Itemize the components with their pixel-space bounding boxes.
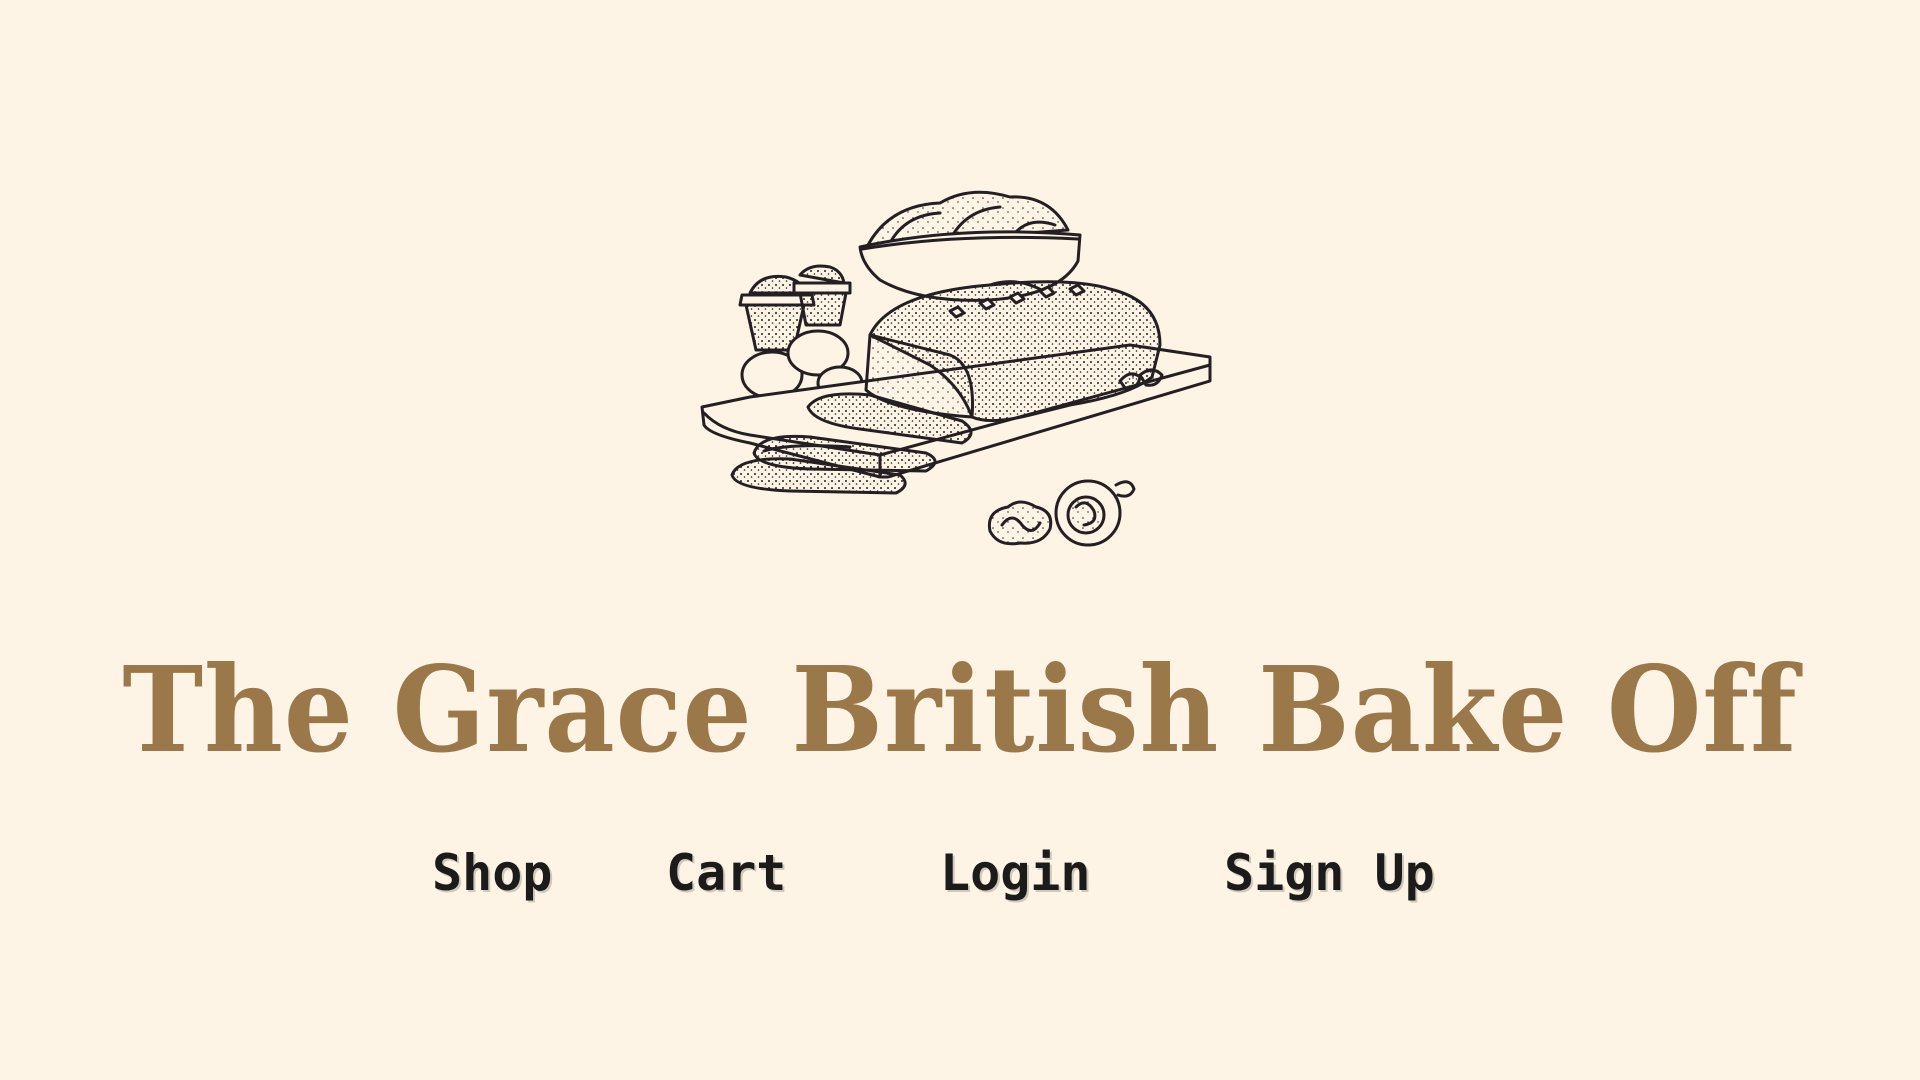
nav-shop-link[interactable]: Shop bbox=[432, 838, 552, 908]
site-title: The Grace British Bake Off bbox=[122, 640, 1798, 779]
nav-cart-link[interactable]: Cart bbox=[666, 838, 786, 908]
nav-login-link[interactable]: Login bbox=[940, 838, 1091, 908]
landing-page: The Grace British Bake Off Shop Cart Log… bbox=[0, 0, 1920, 1080]
bakery-bread-illustration bbox=[690, 185, 1230, 585]
nav-signup-link[interactable]: Sign Up bbox=[1224, 838, 1435, 908]
